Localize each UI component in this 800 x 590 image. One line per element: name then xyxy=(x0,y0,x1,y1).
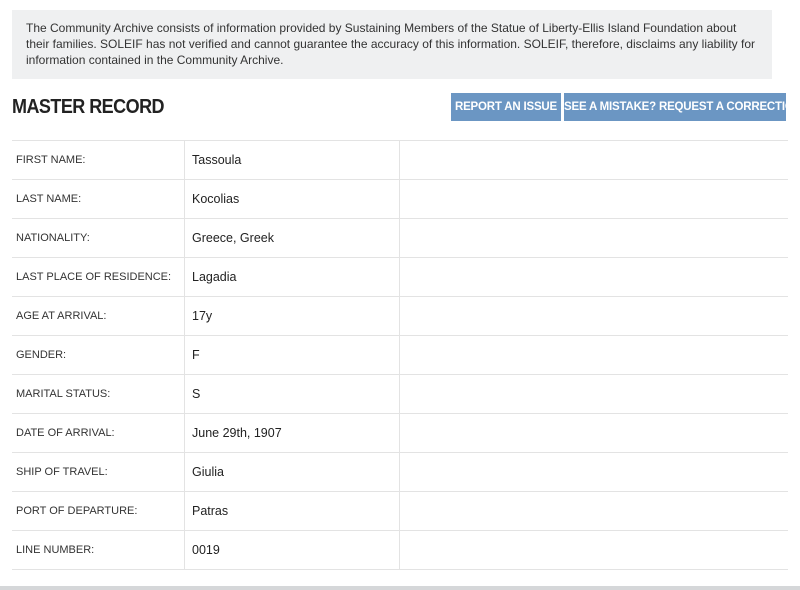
field-label: AGE AT ARRIVAL: xyxy=(12,296,185,336)
empty-cell xyxy=(399,491,788,531)
table-row: LAST NAME: Kocolias xyxy=(12,179,788,219)
field-label: NATIONALITY: xyxy=(12,218,185,258)
table-row: LINE NUMBER: 0019 xyxy=(12,530,789,570)
field-label: FIRST NAME: xyxy=(12,140,185,180)
page-bottom-divider xyxy=(0,586,800,590)
field-label: LAST NAME: xyxy=(12,179,185,219)
field-value: Tassoula xyxy=(184,140,400,180)
table-row: AGE AT ARRIVAL: 17y xyxy=(12,296,788,336)
field-value: S xyxy=(184,374,400,414)
field-value: Giulia xyxy=(184,452,400,492)
table-row: SHIP OF TRAVEL: Giulia xyxy=(12,452,788,492)
request-correction-button[interactable]: SEE A MISTAKE? REQUEST A CORRECTION xyxy=(564,93,800,121)
field-value: June 29th, 1907 xyxy=(184,413,400,453)
table-row: NATIONALITY: Greece, Greek xyxy=(12,218,788,258)
empty-cell xyxy=(399,413,788,453)
table-row: PORT OF DEPARTURE: Patras xyxy=(12,491,788,531)
master-record-table: FIRST NAME: Tassoula LAST NAME: Kocolias… xyxy=(12,140,788,570)
empty-cell xyxy=(399,452,788,492)
field-label: DATE OF ARRIVAL: xyxy=(12,413,185,453)
field-value: Patras xyxy=(184,491,400,531)
empty-cell xyxy=(399,218,788,258)
field-label: PORT OF DEPARTURE: xyxy=(12,491,185,531)
disclaimer-box: The Community Archive consists of inform… xyxy=(12,10,772,79)
disclaimer-text: The Community Archive consists of inform… xyxy=(26,21,756,67)
table-row: GENDER: F xyxy=(12,335,788,375)
table-row: DATE OF ARRIVAL: June 29th, 1907 xyxy=(12,413,788,453)
field-value: 17y xyxy=(184,296,400,336)
table-row: FIRST NAME: Tassoula xyxy=(12,140,788,180)
empty-cell xyxy=(400,531,789,570)
field-value: Kocolias xyxy=(184,179,400,219)
empty-cell xyxy=(399,257,788,297)
report-issue-button[interactable]: REPORT AN ISSUE xyxy=(451,93,561,121)
field-value: Greece, Greek xyxy=(184,218,400,258)
field-label: MARITAL STATUS: xyxy=(12,374,185,414)
field-label: LINE NUMBER: xyxy=(12,530,185,570)
table-row: MARITAL STATUS: S xyxy=(12,374,788,414)
empty-cell xyxy=(399,179,788,219)
empty-cell xyxy=(399,374,788,414)
empty-cell xyxy=(399,140,788,180)
table-row: LAST PLACE OF RESIDENCE: Lagadia xyxy=(12,257,788,297)
page-title: MASTER RECORD xyxy=(12,96,165,118)
empty-cell xyxy=(399,296,788,336)
empty-cell xyxy=(399,335,788,375)
field-value: 0019 xyxy=(184,530,400,570)
field-value: Lagadia xyxy=(184,257,400,297)
record-header: MASTER RECORD REPORT AN ISSUE SEE A MIST… xyxy=(12,93,800,121)
field-label: SHIP OF TRAVEL: xyxy=(12,452,185,492)
field-label: LAST PLACE OF RESIDENCE: xyxy=(12,257,185,297)
field-value: F xyxy=(184,335,400,375)
field-label: GENDER: xyxy=(12,335,185,375)
